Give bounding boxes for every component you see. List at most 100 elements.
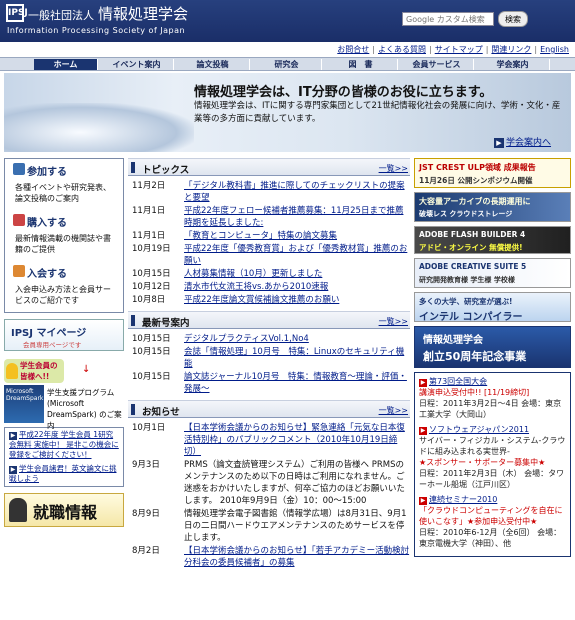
- sitemap-link[interactable]: サイトマップ: [435, 45, 483, 54]
- topic-link[interactable]: 平成22年度論文賞候補論文推薦のお願い: [184, 294, 410, 306]
- topic-link[interactable]: 「デジタル教科書」推進に際してのチェックリストの提案と要望: [184, 180, 410, 204]
- event-link[interactable]: 連続セミナー2010: [429, 495, 497, 504]
- latest-issues-header: 最新号案内 一覧>>: [128, 311, 410, 329]
- list-item: 11月1日 「教育とコンピュータ」特集の論文募集: [132, 230, 410, 242]
- action-menu: 参加する 各種イベントや研究発表、論文投稿のご案内 購入する 最新情報満載の機関…: [4, 158, 124, 313]
- student-figure-icon: [6, 363, 18, 379]
- site-title[interactable]: 一般社団法人 情報処理学会: [28, 3, 188, 24]
- student-free-sig-link[interactable]: ▶ 平成22年度 学生会員 1研究会無料 実施中！ 是非この機会に登録をご検討くだ…: [5, 428, 123, 462]
- job-info-title: 就職情報: [33, 503, 98, 522]
- anniversary-banner[interactable]: 情報処理学会 創立50周年記念事業: [414, 326, 571, 368]
- ad-adobe-creative-suite[interactable]: ADOBE CREATIVE SUITE 5 研究開発教育様 学生様 学校様: [414, 258, 571, 288]
- topics-list: 11月2日 「デジタル教科書」推進に際してのチェックリストの提案と要望 11月1日…: [128, 176, 410, 311]
- ad-jst-crest[interactable]: JST CREST ULP領域 成果報告 11月26日 公開シンポジウム開催: [414, 158, 571, 188]
- student-links-box: ▶ 平成22年度 学生会員 1研究会無料 実施中！ 是非この機会に登録をご検討くだ…: [4, 427, 124, 487]
- latest-issues-list: 10月15日 デジタルプラクティスVol.1,No4 10月15日 会誌「情報処理」…: [128, 329, 410, 400]
- list-item: 10月12日 清水市代女流王将vs.あから2010速報: [132, 281, 410, 293]
- notice-text: PRMS（論文査読管理システム）ご利用の皆様へ PRMSのメンテナンスのため以下…: [184, 460, 405, 506]
- list-item: 11月1日 平成22年度フェロー候補者推薦募集：11月25日まで推薦時期を延長しま…: [132, 205, 410, 229]
- list-item: 10月15日 論文誌ジャーナル10月号 特集：情報教育〜理論・評価・発展〜: [132, 371, 410, 395]
- cloud-graphic: [4, 103, 194, 152]
- job-info-banner[interactable]: 就職情報: [4, 493, 124, 527]
- latest-more-link[interactable]: 一覧>>: [379, 316, 408, 327]
- org-name: 情報処理学会: [98, 5, 189, 23]
- student-english-paper-link[interactable]: ▶ 学生会員諸君！英文論文に挑戦しよう: [5, 462, 123, 486]
- arrow-right-icon: ▶: [9, 466, 17, 474]
- nav-sig[interactable]: 研究会: [252, 59, 322, 70]
- participate-heading[interactable]: 参加する: [5, 159, 123, 180]
- issue-link[interactable]: 会誌「情報処理」10月号 特集：Linuxのセキュリティ機能: [184, 346, 410, 370]
- nav-books[interactable]: 図 書: [324, 59, 398, 70]
- nav-member-services[interactable]: 会員サービス: [400, 59, 474, 70]
- site-title-en: Information Processing Society of Japan: [7, 26, 186, 35]
- english-link[interactable]: English: [540, 45, 569, 54]
- list-item: 9月3日 PRMS（論文査読管理システム）ご利用の皆様へ PRMSのメンテナンスの…: [132, 459, 410, 507]
- topic-link[interactable]: 人材募集情報（10月）更新しました: [184, 268, 410, 280]
- list-item: ▶ ソフトウェアジャパン2011 サイバー・フィジカル・システム-クラウドに組み込…: [419, 425, 566, 489]
- notice-link[interactable]: 【日本学術会議からのお知らせ】緊急連絡「元気な日本復活特別枠」のパブリックコメン…: [184, 422, 410, 458]
- topics-more-link[interactable]: 一覧>>: [379, 163, 408, 174]
- ipsj-mypage-banner[interactable]: IPSJ マイページ 会員専用ページです: [4, 319, 124, 351]
- about-link[interactable]: ▶ 学会案内へ: [494, 135, 551, 148]
- ad-adobe-flash-builder[interactable]: ADOBE FLASH BUILDER 4 アドビ・オンライン 無償提供!: [414, 226, 571, 254]
- ipsj-logo-icon[interactable]: IPSJ: [6, 4, 28, 22]
- list-item: 8月9日 情報処理学会電子図書館（情報学広場）は8月31日、9月1日の二日間ハード…: [132, 508, 410, 544]
- site-header: IPSJ 一般社団法人 情報処理学会 Information Processing…: [0, 0, 575, 42]
- nav-paper-submission[interactable]: 論文投稿: [176, 59, 250, 70]
- ad-intel-compiler[interactable]: 多くの大学、研究室が選ぶ! インテル コンパイラー: [414, 292, 571, 322]
- nav-about[interactable]: 学会案内: [476, 59, 550, 70]
- arrow-right-icon: ▶: [419, 379, 427, 387]
- hero-banner: 情報処理学会は、IT分野の皆様のお役に立ちます。 情報処理学会は、ITに関する専…: [4, 73, 571, 152]
- join-heading[interactable]: 入会する: [5, 261, 123, 282]
- event-link[interactable]: ソフトウェアジャパン2011: [429, 425, 529, 434]
- topic-link[interactable]: 平成22年度フェロー候補者推薦募集：11月25日まで推薦時期を延長しました:: [184, 205, 410, 229]
- topic-link[interactable]: 「教育とコンピュータ」特集の論文募集: [184, 230, 410, 242]
- utility-links: お問合せ | よくある質問 | サイトマップ | 関連リンク | English: [337, 45, 569, 54]
- notices-more-link[interactable]: 一覧>>: [379, 405, 408, 416]
- event-link[interactable]: 第73回全国大会: [429, 377, 487, 386]
- mypage-title: IPSJ マイページ: [11, 328, 87, 339]
- list-item: ▶ 第73回全国大会 講演申込受付中!! [11/19締切] 日程：2011年3月…: [419, 377, 562, 419]
- arrow-down-icon: ↓: [82, 364, 91, 375]
- issue-link[interactable]: デジタルプラクティスVol.1,No4: [184, 333, 410, 345]
- topics-title: トピックス: [142, 165, 190, 176]
- topic-link[interactable]: 清水市代女流王将vs.あから2010速報: [184, 281, 410, 293]
- dreamspark-logo-icon: Microsoft DreamSpark: [4, 385, 44, 423]
- nav-events[interactable]: イベント案内: [100, 59, 174, 70]
- book-icon: [13, 214, 25, 226]
- person-icon: [9, 498, 27, 522]
- topic-link[interactable]: 平成22年度「優秀教育賞」および「優秀教材賞」推薦のお願い: [184, 243, 410, 267]
- key-icon: [13, 265, 25, 277]
- faq-link[interactable]: よくある質問: [378, 45, 426, 54]
- notices-header: お知らせ 一覧>>: [128, 400, 410, 418]
- list-item: 10月15日 人材募集情報（10月）更新しました: [132, 268, 410, 280]
- list-item: ▶ 連続セミナー2010 「クラウドコンピューティングを自在に使いこなす」★参加申…: [419, 495, 563, 548]
- topics-header: トピックス 一覧>>: [128, 158, 410, 176]
- notice-text: 情報処理学会電子図書館（情報学広場）は8月31日、9月1日の二日間ハードウエアメ…: [184, 509, 407, 543]
- arrow-right-icon: ▶: [419, 497, 427, 505]
- dreamspark-banner[interactable]: Microsoft DreamSpark 学生支援プログラム (Microsoft…: [4, 385, 124, 430]
- event-list: ▶ 第73回全国大会 講演申込受付中!! [11/19締切] 日程：2011年3月…: [414, 372, 571, 557]
- banner-description: 情報処理学会は、ITに関する専門家集団として21世紀情報化社会の発展に向け、学術…: [194, 101, 561, 124]
- about-link-text[interactable]: 学会案内へ: [506, 138, 551, 148]
- banner-title: 情報処理学会は、IT分野の皆様のお役に立ちます。: [194, 85, 493, 100]
- search-button[interactable]: 検索: [498, 11, 528, 27]
- search-input[interactable]: [402, 12, 494, 26]
- list-item: 10月1日 【日本学術会議からのお知らせ】緊急連絡「元気な日本復活特別枠」のパブリ…: [132, 422, 410, 458]
- notice-link[interactable]: 【日本学術会議からのお知らせ】「若手アカデミー活動検討分科会の委員候補者」の募集: [184, 545, 410, 569]
- left-sidebar: 参加する 各種イベントや研究発表、論文投稿のご案内 購入する 最新情報満載の機関…: [4, 158, 124, 620]
- nav-home[interactable]: ホーム: [34, 59, 98, 70]
- org-type: 一般社団法人: [28, 9, 94, 22]
- related-links-link[interactable]: 関連リンク: [491, 45, 531, 54]
- arrow-right-icon: ▶: [494, 138, 504, 148]
- list-item: 10月19日 平成22年度「優秀教育賞」および「優秀教材賞」推薦のお願い: [132, 243, 410, 267]
- arrow-right-icon: ▶: [419, 427, 427, 435]
- purchase-heading[interactable]: 購入する: [5, 210, 123, 231]
- contact-link[interactable]: お問合せ: [337, 45, 369, 54]
- ad-cloud-storage[interactable]: 大容量アーカイブの長期運用に 破壊レス クラウドストレージ: [414, 192, 571, 222]
- issue-link[interactable]: 論文誌ジャーナル10月号 特集：情報教育〜理論・評価・発展〜: [184, 371, 410, 395]
- dreamspark-text: 学生支援プログラム (Microsoft DreamSpark) のご案内: [47, 388, 122, 430]
- list-item: 8月2日 【日本学術会議からのお知らせ】「若手アカデミー活動検討分科会の委員候補者…: [132, 545, 410, 569]
- mypage-subtitle: 会員専用ページです: [23, 341, 82, 349]
- purchase-desc: 最新情報満載の機関誌や書籍のご提供: [15, 234, 111, 254]
